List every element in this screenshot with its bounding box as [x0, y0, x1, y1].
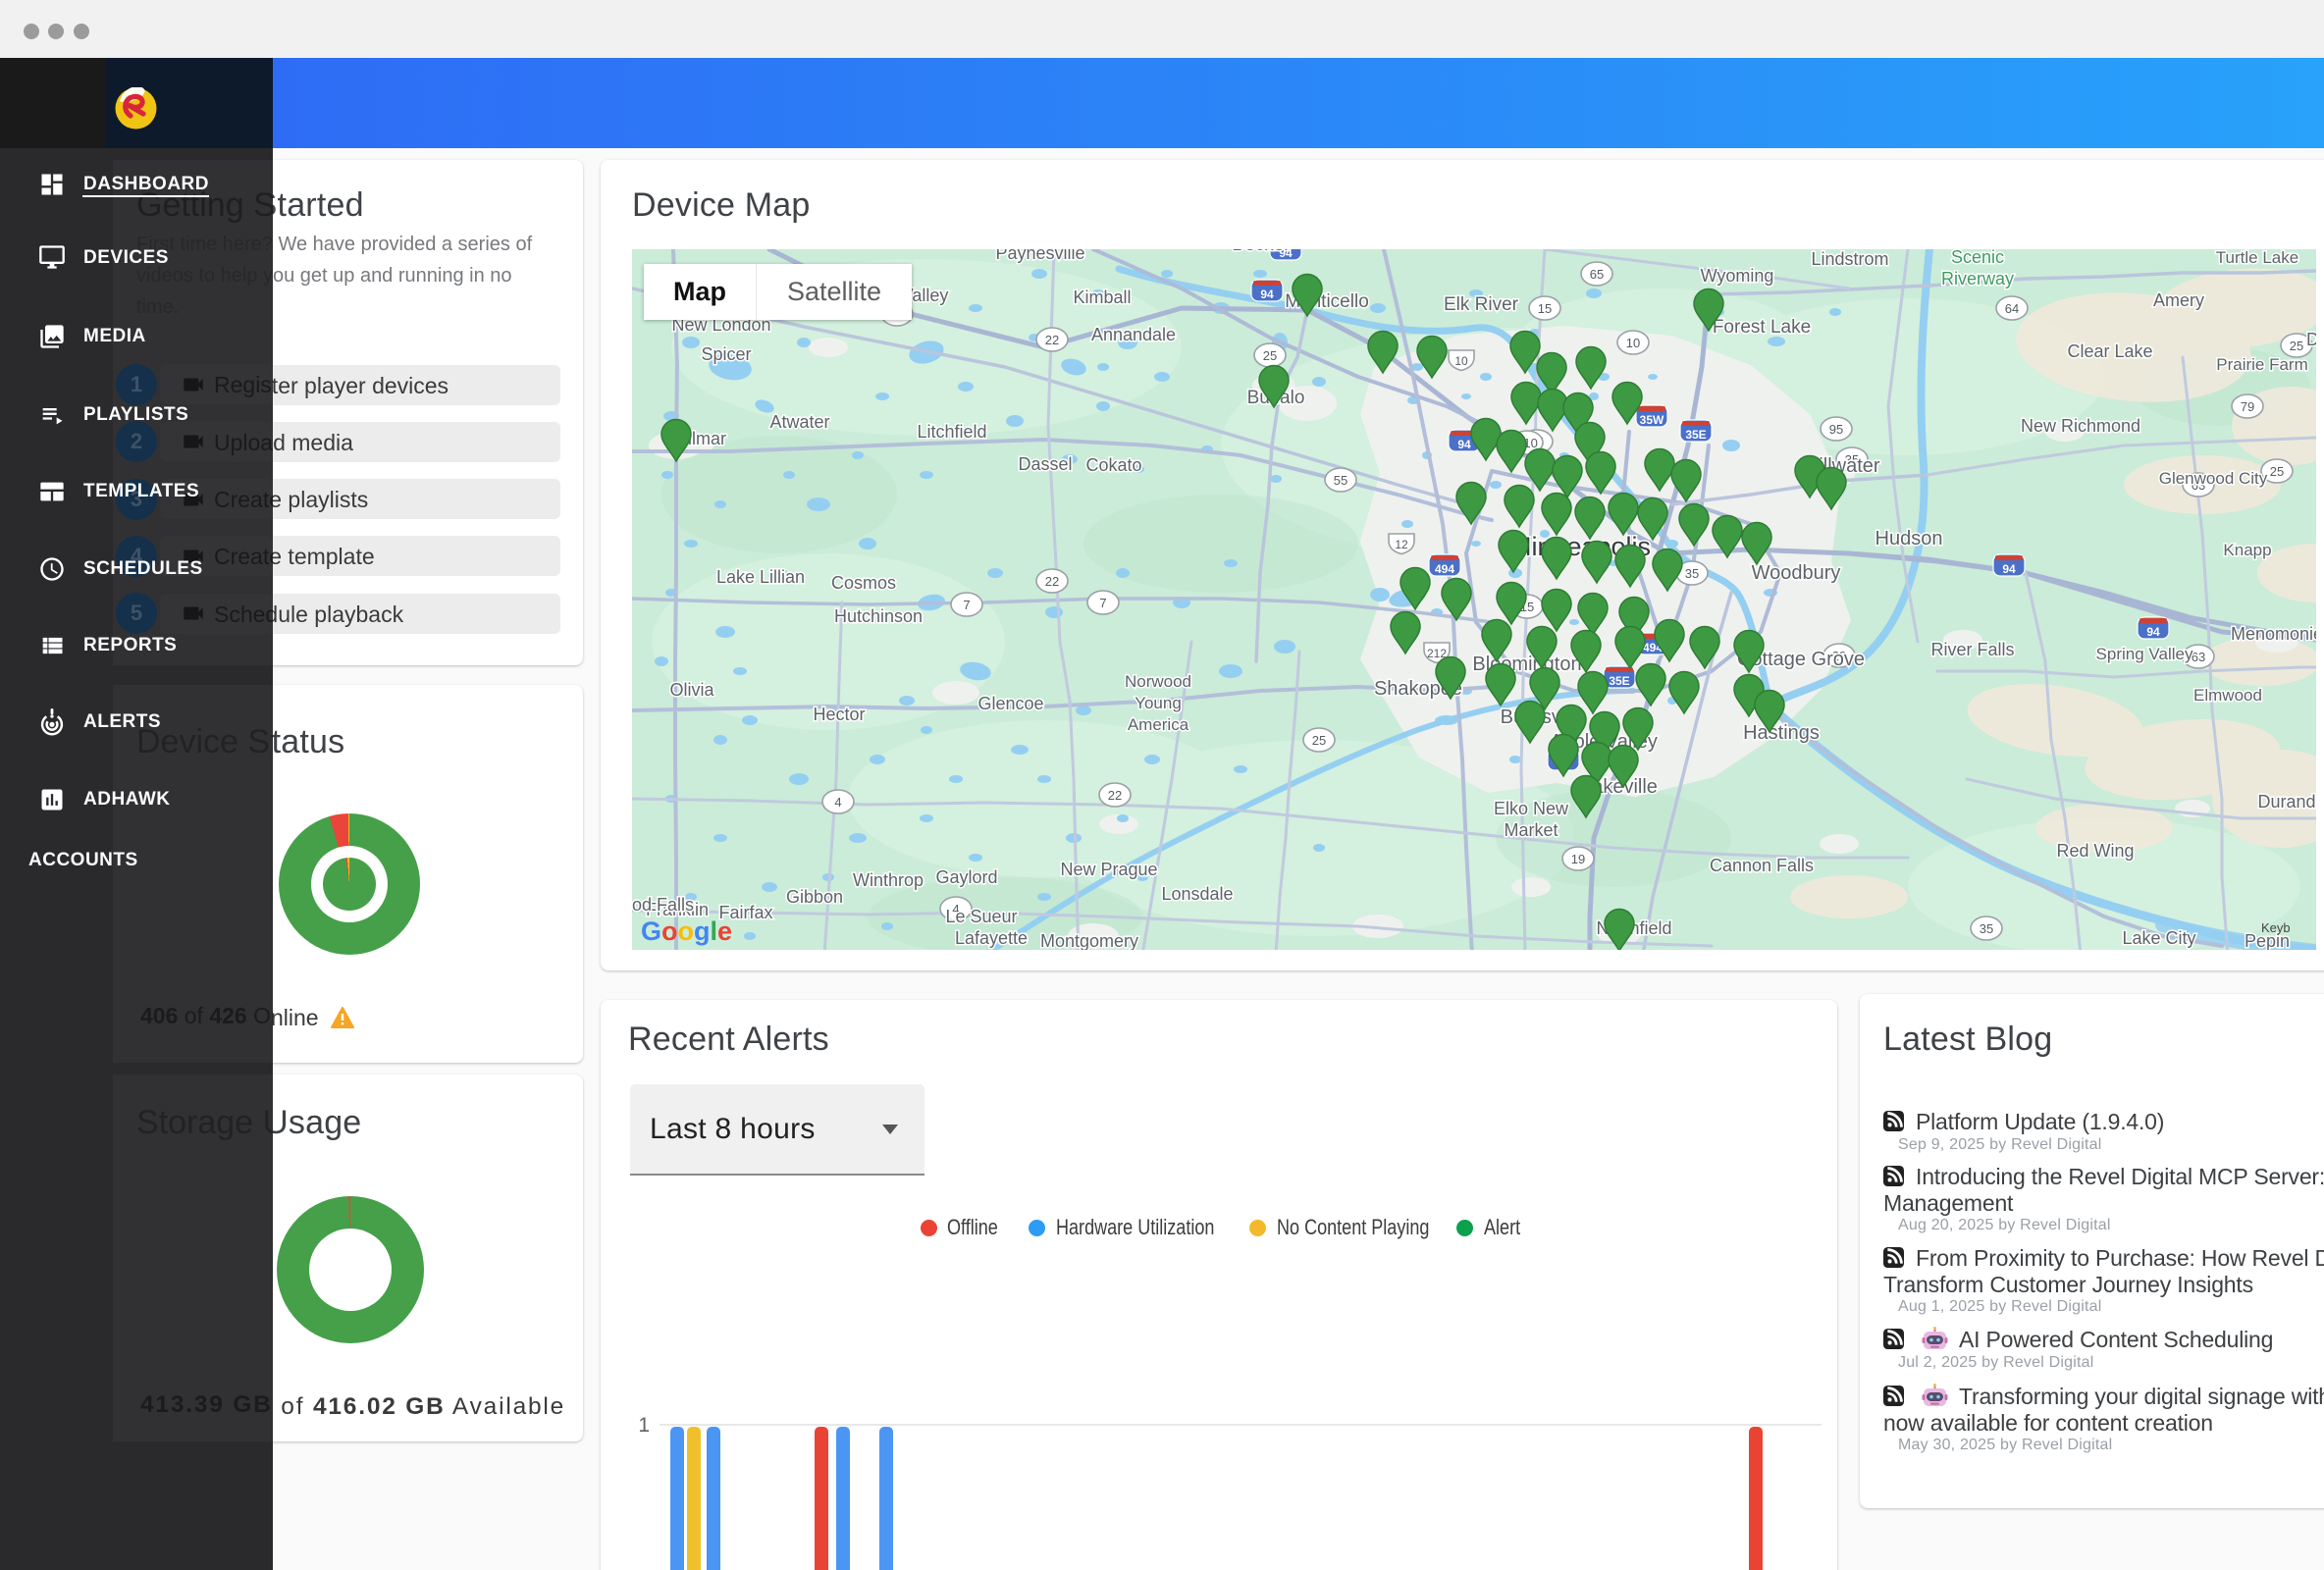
svg-text:Hector: Hector: [813, 705, 865, 724]
svg-text:Spicer: Spicer: [701, 344, 751, 364]
svg-text:Woodbury: Woodbury: [1752, 562, 1841, 584]
svg-text:River Falls: River Falls: [1930, 640, 2014, 659]
svg-text:64: 64: [2005, 301, 2019, 316]
svg-text:Forest Lake: Forest Lake: [1713, 317, 1811, 338]
svg-text:55: 55: [1334, 473, 1347, 488]
svg-text:Atwater: Atwater: [769, 412, 829, 432]
svg-text:25: 25: [1263, 348, 1277, 363]
svg-text:Young: Young: [1135, 694, 1182, 712]
svg-text:79: 79: [2241, 399, 2254, 414]
svg-text:Kimball: Kimball: [1073, 288, 1131, 307]
svg-text:494: 494: [1435, 562, 1454, 576]
svg-text:4: 4: [834, 795, 841, 810]
svg-text:Scenic: Scenic: [1951, 249, 2004, 267]
svg-text:Glenwood City: Glenwood City: [2159, 469, 2268, 488]
svg-text:Montgomery: Montgomery: [1040, 931, 1138, 950]
svg-text:35: 35: [1685, 566, 1699, 581]
svg-text:25: 25: [2270, 464, 2284, 479]
svg-text:Lafayette: Lafayette: [955, 928, 1028, 948]
svg-text:Elko New: Elko New: [1494, 799, 1569, 818]
svg-text:Knapp: Knapp: [2223, 541, 2271, 559]
svg-text:Winthrop: Winthrop: [853, 870, 924, 890]
svg-text:35E: 35E: [1609, 674, 1629, 688]
svg-text:Becker: Becker: [1232, 249, 1291, 255]
svg-text:12: 12: [1395, 538, 1408, 551]
svg-text:Gibbon: Gibbon: [786, 887, 843, 907]
svg-text:Spring Valley: Spring Valley: [2096, 645, 2193, 663]
svg-text:Amery: Amery: [2153, 290, 2204, 310]
svg-text:Durand: Durand: [2257, 792, 2315, 811]
svg-text:10: 10: [1626, 336, 1640, 350]
svg-text:Lake Lillian: Lake Lillian: [716, 567, 805, 587]
svg-text:95: 95: [1829, 422, 1843, 437]
svg-text:Norwood: Norwood: [1125, 672, 1191, 691]
svg-text:22: 22: [1045, 333, 1059, 347]
svg-text:22: 22: [1108, 788, 1122, 803]
svg-text:25: 25: [2290, 339, 2303, 353]
svg-text:Cannon Falls: Cannon Falls: [1710, 856, 1814, 875]
svg-text:America: America: [1128, 715, 1189, 734]
svg-text:Hastings: Hastings: [1743, 722, 1820, 744]
svg-text:Riverway: Riverway: [1941, 269, 2014, 288]
svg-text:94: 94: [2146, 625, 2160, 639]
svg-text:35E: 35E: [1685, 428, 1706, 442]
svg-text:Annandale: Annandale: [1091, 325, 1176, 344]
svg-text:od Falls: od Falls: [632, 895, 694, 915]
svg-text:10: 10: [1454, 354, 1468, 368]
svg-text:Dassel: Dassel: [1018, 454, 1072, 474]
svg-text:Dall: Dall: [2306, 330, 2316, 349]
svg-text:Gaylord: Gaylord: [935, 867, 997, 887]
svg-text:Glencoe: Glencoe: [977, 694, 1043, 713]
svg-text:22: 22: [1045, 574, 1059, 589]
svg-text:35W: 35W: [1640, 413, 1664, 427]
svg-text:15: 15: [1538, 301, 1552, 316]
svg-text:19: 19: [1571, 852, 1585, 866]
svg-text:35: 35: [1980, 921, 1993, 936]
svg-text:63: 63: [2192, 650, 2205, 664]
svg-text:Wyoming: Wyoming: [1701, 266, 1774, 286]
svg-text:Google: Google: [641, 916, 732, 946]
svg-text:Market: Market: [1504, 820, 1558, 840]
svg-text:Prairie Farm: Prairie Farm: [2216, 355, 2308, 374]
svg-text:Olivia: Olivia: [669, 680, 714, 700]
svg-text:Litchfield: Litchfield: [917, 422, 986, 442]
svg-text:Hudson: Hudson: [1875, 528, 1943, 550]
svg-text:94: 94: [2002, 562, 2016, 576]
svg-text:7: 7: [963, 598, 970, 612]
svg-text:Lake City: Lake City: [2122, 928, 2195, 948]
svg-text:25: 25: [1312, 733, 1326, 748]
svg-text:Hutchinson: Hutchinson: [834, 606, 923, 626]
svg-text:Cokato: Cokato: [1085, 455, 1141, 475]
svg-text:7: 7: [1099, 596, 1106, 610]
svg-text:94: 94: [1457, 438, 1471, 451]
svg-text:65: 65: [1590, 267, 1604, 282]
svg-text:Le Sueur: Le Sueur: [945, 907, 1017, 926]
svg-text:Menomonie: Menomonie: [2231, 624, 2316, 644]
svg-text:New Prague: New Prague: [1060, 860, 1157, 879]
svg-text:Clear Lake: Clear Lake: [2067, 341, 2152, 361]
svg-text:Paynesville: Paynesville: [995, 249, 1084, 263]
svg-text:Elmwood: Elmwood: [2193, 686, 2262, 705]
svg-text:Keyb: Keyb: [2261, 920, 2291, 935]
svg-text:94: 94: [1260, 288, 1274, 301]
svg-text:Lonsdale: Lonsdale: [1161, 884, 1233, 904]
svg-text:Lindstrom: Lindstrom: [1811, 249, 1888, 269]
svg-text:Cosmos: Cosmos: [831, 573, 896, 593]
svg-text:Elk River: Elk River: [1444, 294, 1519, 315]
svg-text:New Richmond: New Richmond: [2021, 416, 2140, 436]
svg-text:Red Wing: Red Wing: [2056, 841, 2134, 861]
svg-text:Turtle Lake: Turtle Lake: [2216, 249, 2298, 267]
